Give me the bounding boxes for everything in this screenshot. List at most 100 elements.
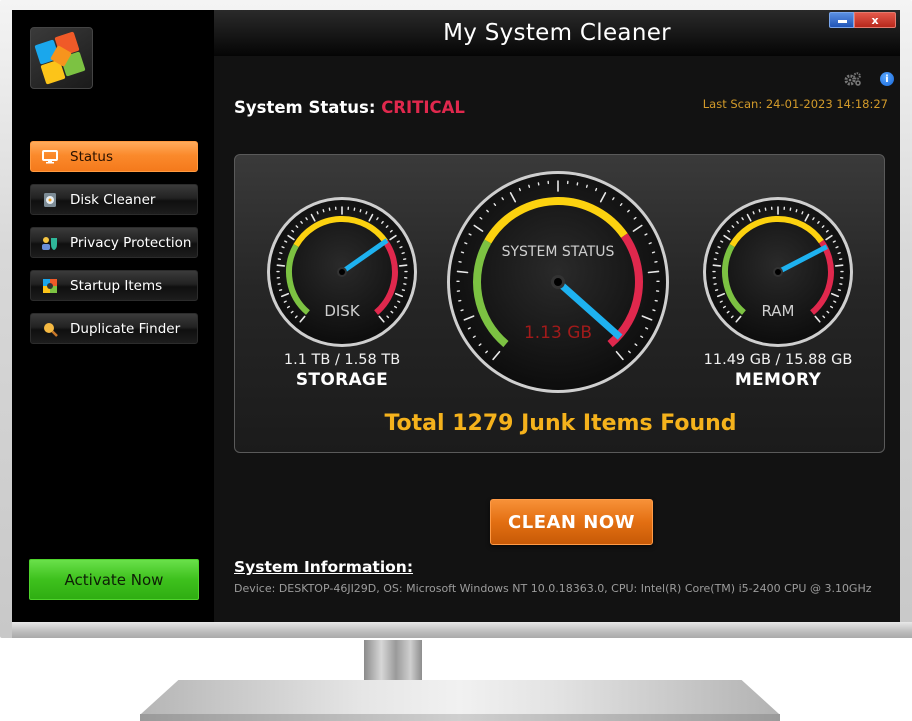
gauge-minor-tick [394, 305, 398, 309]
gauge-minor-tick [835, 246, 839, 249]
ram-gauge: RAM [703, 197, 853, 347]
gauge-minor-tick [645, 327, 649, 330]
gauge-minor-tick [837, 289, 842, 292]
gauge-minor-tick [717, 246, 721, 249]
gauge-minor-tick [722, 305, 726, 309]
ram-caption: 11.49 GB / 15.88 GB MEMORY [693, 352, 863, 390]
system-status-value: CRITICAL [381, 98, 465, 117]
gauge-major-tick [647, 270, 660, 274]
duplicate-finder-icon [41, 321, 59, 337]
gauge-minor-tick [283, 300, 287, 303]
gauge-minor-tick [460, 251, 465, 254]
app-window: Status Disk Cleaner Privacy Protection S… [12, 10, 900, 622]
gauge-minor-tick [833, 300, 837, 303]
disk-gauge: DISK [267, 197, 417, 347]
gauge-minor-tick [316, 211, 319, 215]
sidebar: Status Disk Cleaner Privacy Protection S… [12, 10, 214, 622]
monitor-icon [41, 149, 59, 165]
gauge-minor-tick [741, 217, 744, 221]
gauge-major-tick [456, 270, 469, 274]
gauge-minor-tick [726, 310, 730, 314]
gauge-minor-tick [837, 252, 841, 255]
gauge-minor-tick [634, 343, 638, 346]
gauge-minor-tick [648, 242, 652, 245]
system-status-heading: System Status: CRITICAL [234, 98, 465, 117]
system-information-text: Device: DESKTOP-46JI29D, OS: Microsoft W… [234, 582, 872, 595]
gauge-minor-tick [795, 209, 798, 213]
monitor-bezel-bottom [12, 622, 912, 638]
gauge-minor-tick [386, 315, 390, 319]
gauge-minor-tick [715, 252, 719, 255]
sidebar-item-privacy-protection[interactable]: Privacy Protection [30, 227, 198, 258]
gauge-minor-tick [295, 225, 299, 228]
gauge-major-tick [712, 264, 722, 267]
gauge-minor-tick [401, 289, 406, 292]
title-bar: My System Cleaner x [214, 10, 900, 56]
gauge-minor-tick [390, 310, 394, 314]
gauge-minor-tick [651, 251, 656, 254]
monitor-stand-shadow [140, 714, 780, 721]
gear-icon[interactable] [844, 71, 862, 87]
gauge-minor-tick [528, 184, 531, 188]
gauge-minor-tick [486, 209, 489, 213]
gauge-major-tick [276, 264, 286, 267]
gauge-minor-tick [627, 209, 630, 213]
last-scan-timestamp: Last Scan: 24-01-2023 14:18:27 [702, 97, 888, 111]
gauge-dial-label: DISK [324, 302, 360, 320]
sidebar-item-duplicate-finder[interactable]: Duplicate Finder [30, 313, 198, 344]
gauge-minor-tick [752, 211, 755, 215]
gauge-minor-tick [464, 242, 468, 245]
gauges-panel: DISK SYSTEM STATUS 1.13 GB RAM 1.1 TB / 1… [234, 154, 885, 453]
gauge-minor-tick [652, 309, 656, 312]
gauge-minor-tick [468, 233, 472, 236]
gauge-minor-tick [478, 343, 482, 346]
gauge-hub-center [554, 278, 562, 286]
gauge-minor-tick [294, 315, 298, 319]
gauge-minor-tick [279, 252, 283, 255]
disk-usage-value: 1.1 TB / 1.58 TB [283, 352, 401, 368]
gauge-minor-tick [720, 240, 724, 243]
close-button[interactable]: x [854, 12, 896, 28]
gauge-minor-tick [284, 240, 288, 243]
disk-caption: 1.1 TB / 1.58 TB STORAGE [267, 352, 417, 390]
system-status-gauge: SYSTEM STATUS 1.13 GB [447, 171, 669, 393]
gauge-minor-tick [385, 225, 389, 228]
gauge-minor-tick [376, 217, 379, 221]
gauge-minor-tick [731, 225, 735, 228]
sidebar-item-status[interactable]: Status [30, 141, 198, 172]
activate-now-button[interactable]: Activate Now [29, 559, 199, 600]
gauge-minor-tick [736, 220, 739, 224]
gauge-minor-tick [278, 289, 283, 292]
gauge-minor-tick [396, 240, 400, 243]
gauge-minor-tick [719, 300, 723, 303]
gauge-minor-tick [291, 229, 295, 233]
privacy-shield-icon [41, 235, 59, 251]
main-content: i Last Scan: 24-01-2023 14:18:27 System … [214, 56, 900, 622]
gauge-dial-label: RAM [761, 302, 794, 320]
startup-icon [41, 278, 59, 294]
gauge-minor-tick [817, 220, 820, 224]
sidebar-item-disk-cleaner[interactable]: Disk Cleaner [30, 184, 198, 215]
gauge-minor-tick [479, 216, 483, 220]
gauge-minor-tick [460, 309, 464, 312]
minimize-button[interactable] [829, 12, 854, 28]
gauge-minor-tick [640, 335, 644, 339]
gauge-minor-tick [822, 315, 826, 319]
junk-items-summary: Total 1279 Junk Items Found [384, 411, 737, 436]
gauge-minor-tick [825, 229, 829, 233]
gauge-reading: 1.13 GB [524, 323, 592, 343]
ram-usage-value: 11.49 GB / 15.88 GB [703, 352, 853, 368]
system-information-title: System Information: [234, 558, 414, 576]
gauge-minor-tick [286, 305, 290, 309]
gauge-minor-tick [826, 310, 830, 314]
gauge-minor-tick [485, 350, 488, 354]
sidebar-item-startup-items[interactable]: Startup Items [30, 270, 198, 301]
info-icon[interactable]: i [880, 72, 894, 86]
gauge-minor-tick [585, 184, 588, 188]
gauge-minor-tick [830, 305, 834, 309]
gauge-hub-center [339, 269, 345, 275]
clean-now-button[interactable]: CLEAN NOW [490, 499, 653, 545]
gauge-minor-tick [359, 209, 362, 213]
sidebar-item-label: Status [70, 148, 114, 165]
gauge-minor-tick [644, 233, 648, 236]
